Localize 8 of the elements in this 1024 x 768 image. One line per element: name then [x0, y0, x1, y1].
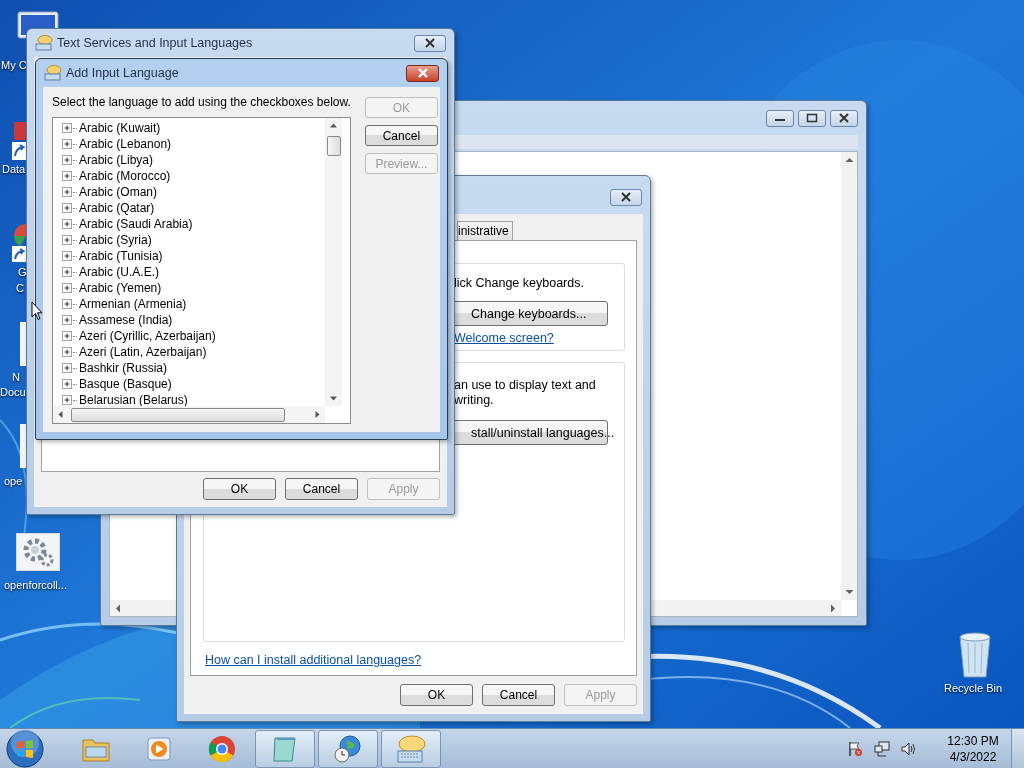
description-text: an use to display text and [454, 378, 596, 393]
description-text: writing. [454, 393, 494, 408]
window-title: Text Services and Input Languages [57, 36, 253, 50]
clock-time: 12:30 PM [947, 732, 999, 749]
instruction-text: lick Change keyboards. [454, 276, 584, 290]
window-title: Add Input Language [66, 66, 179, 80]
instruction-text: Select the language to add using the checkboxes below. [52, 95, 351, 109]
clock-date: 4/3/2022 [949, 748, 997, 765]
